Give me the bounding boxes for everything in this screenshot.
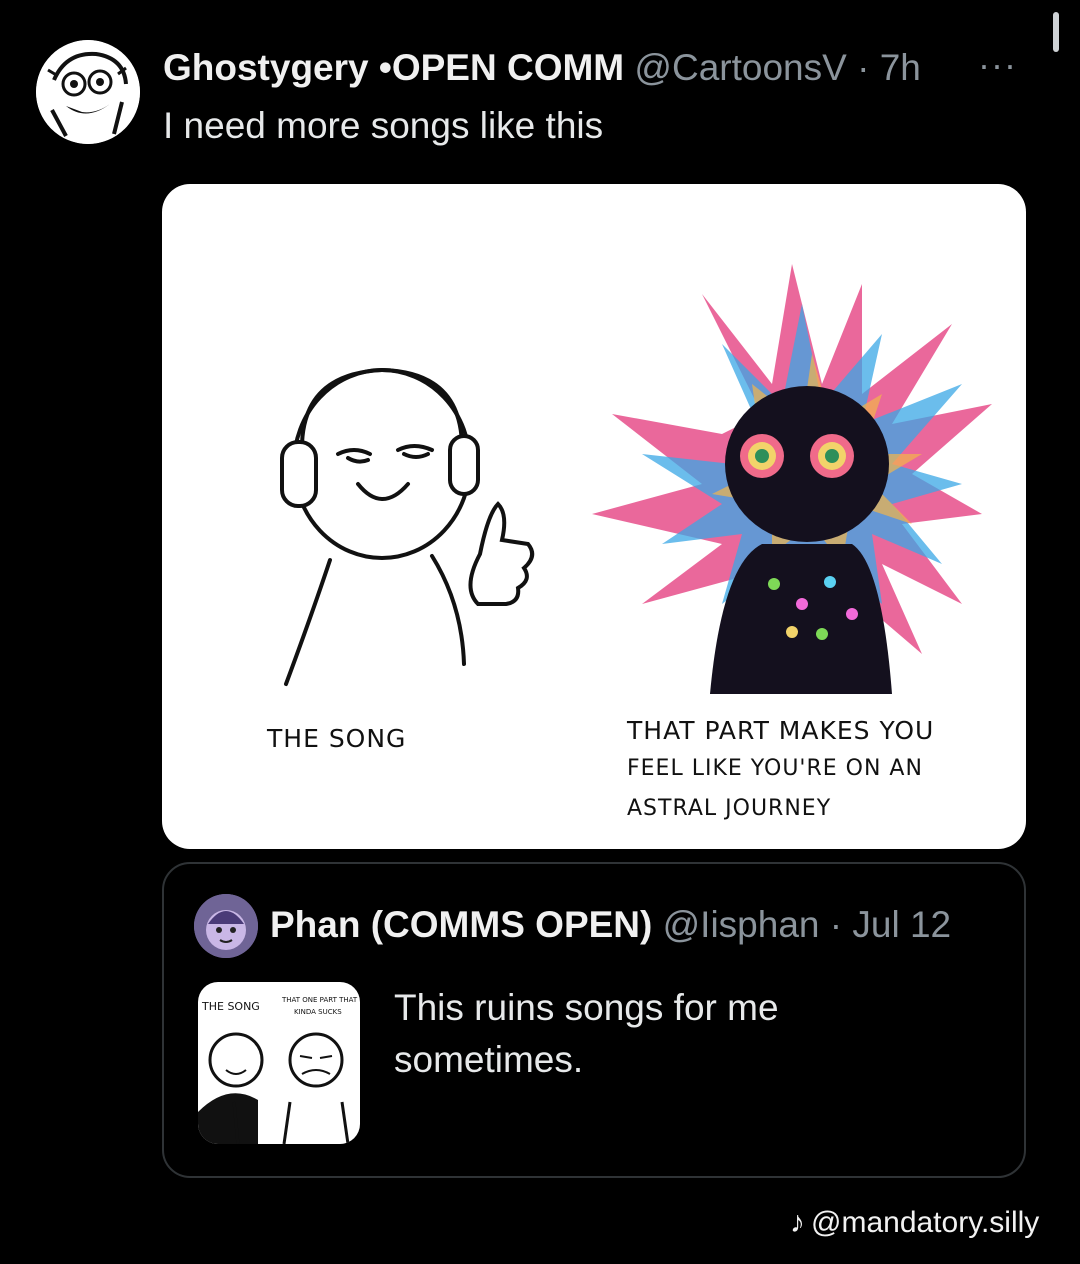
tweet-timestamp[interactable]: 7h xyxy=(880,47,921,88)
more-options-icon[interactable]: ··· xyxy=(978,44,1017,86)
right-panel-caption-line-1: THAT PART MAKES YOU xyxy=(627,716,935,745)
thumb-right-caption-line-2: KINDA SUCKS xyxy=(294,1008,342,1016)
quoted-author-avatar[interactable] xyxy=(194,894,258,958)
left-panel-caption: THE SONG xyxy=(267,724,407,753)
quoted-tweet-date[interactable]: Jul 12 xyxy=(852,904,951,945)
tiktok-watermark: ♪ @mandatory.silly xyxy=(790,1206,1039,1240)
quoted-author-handle[interactable]: @Iisphan xyxy=(663,904,820,945)
tiktok-icon: ♪ xyxy=(790,1206,805,1239)
right-panel-caption-line-3: ASTRAL JOURNEY xyxy=(627,796,832,821)
header-separator: · xyxy=(846,47,880,88)
thumb-left-caption: THE SONG xyxy=(202,1000,260,1013)
astral-burst-drawing xyxy=(592,264,992,694)
quoted-author-display-name[interactable]: Phan (COMMS OPEN) xyxy=(270,904,652,945)
quoted-tweet-text: This ruins songs for me sometimes. xyxy=(394,987,779,1080)
tweet-header: Ghostygery •OPEN COMM @CartoonsV · 7h xyxy=(163,45,921,91)
author-display-name[interactable]: Ghostygery •OPEN COMM xyxy=(163,47,624,88)
thumb-right-caption-line-1: THAT ONE PART THAT xyxy=(282,996,358,1004)
watermark-handle: @mandatory.silly xyxy=(811,1206,1040,1239)
purple-character-avatar-image xyxy=(194,894,258,958)
scrollbar-thumb[interactable] xyxy=(1053,12,1059,52)
tweet-text: I need more songs like this xyxy=(163,105,604,146)
headphone-character-drawing xyxy=(280,367,535,686)
right-panel-caption-line-2: FEEL LIKE YOU'RE ON AN xyxy=(627,756,923,781)
author-handle[interactable]: @CartoonsV xyxy=(634,47,846,88)
author-avatar[interactable] xyxy=(36,40,140,144)
quoted-tweet-card[interactable]: Phan (COMMS OPEN) @Iisphan · Jul 12 THE … xyxy=(162,862,1026,1178)
quoted-media-thumbnail[interactable]: THE SONG THAT ONE PART THAT KINDA SUCKS xyxy=(198,982,360,1144)
cartoon-avatar-image xyxy=(36,40,140,144)
quoted-tweet-header: Phan (COMMS OPEN) @Iisphan · Jul 12 xyxy=(270,902,951,948)
quoted-header-separator: · xyxy=(819,904,853,945)
tweet-media-image[interactable]: THE SONG THAT PART MAKES YOU FEEL LIKE Y… xyxy=(162,184,1026,849)
